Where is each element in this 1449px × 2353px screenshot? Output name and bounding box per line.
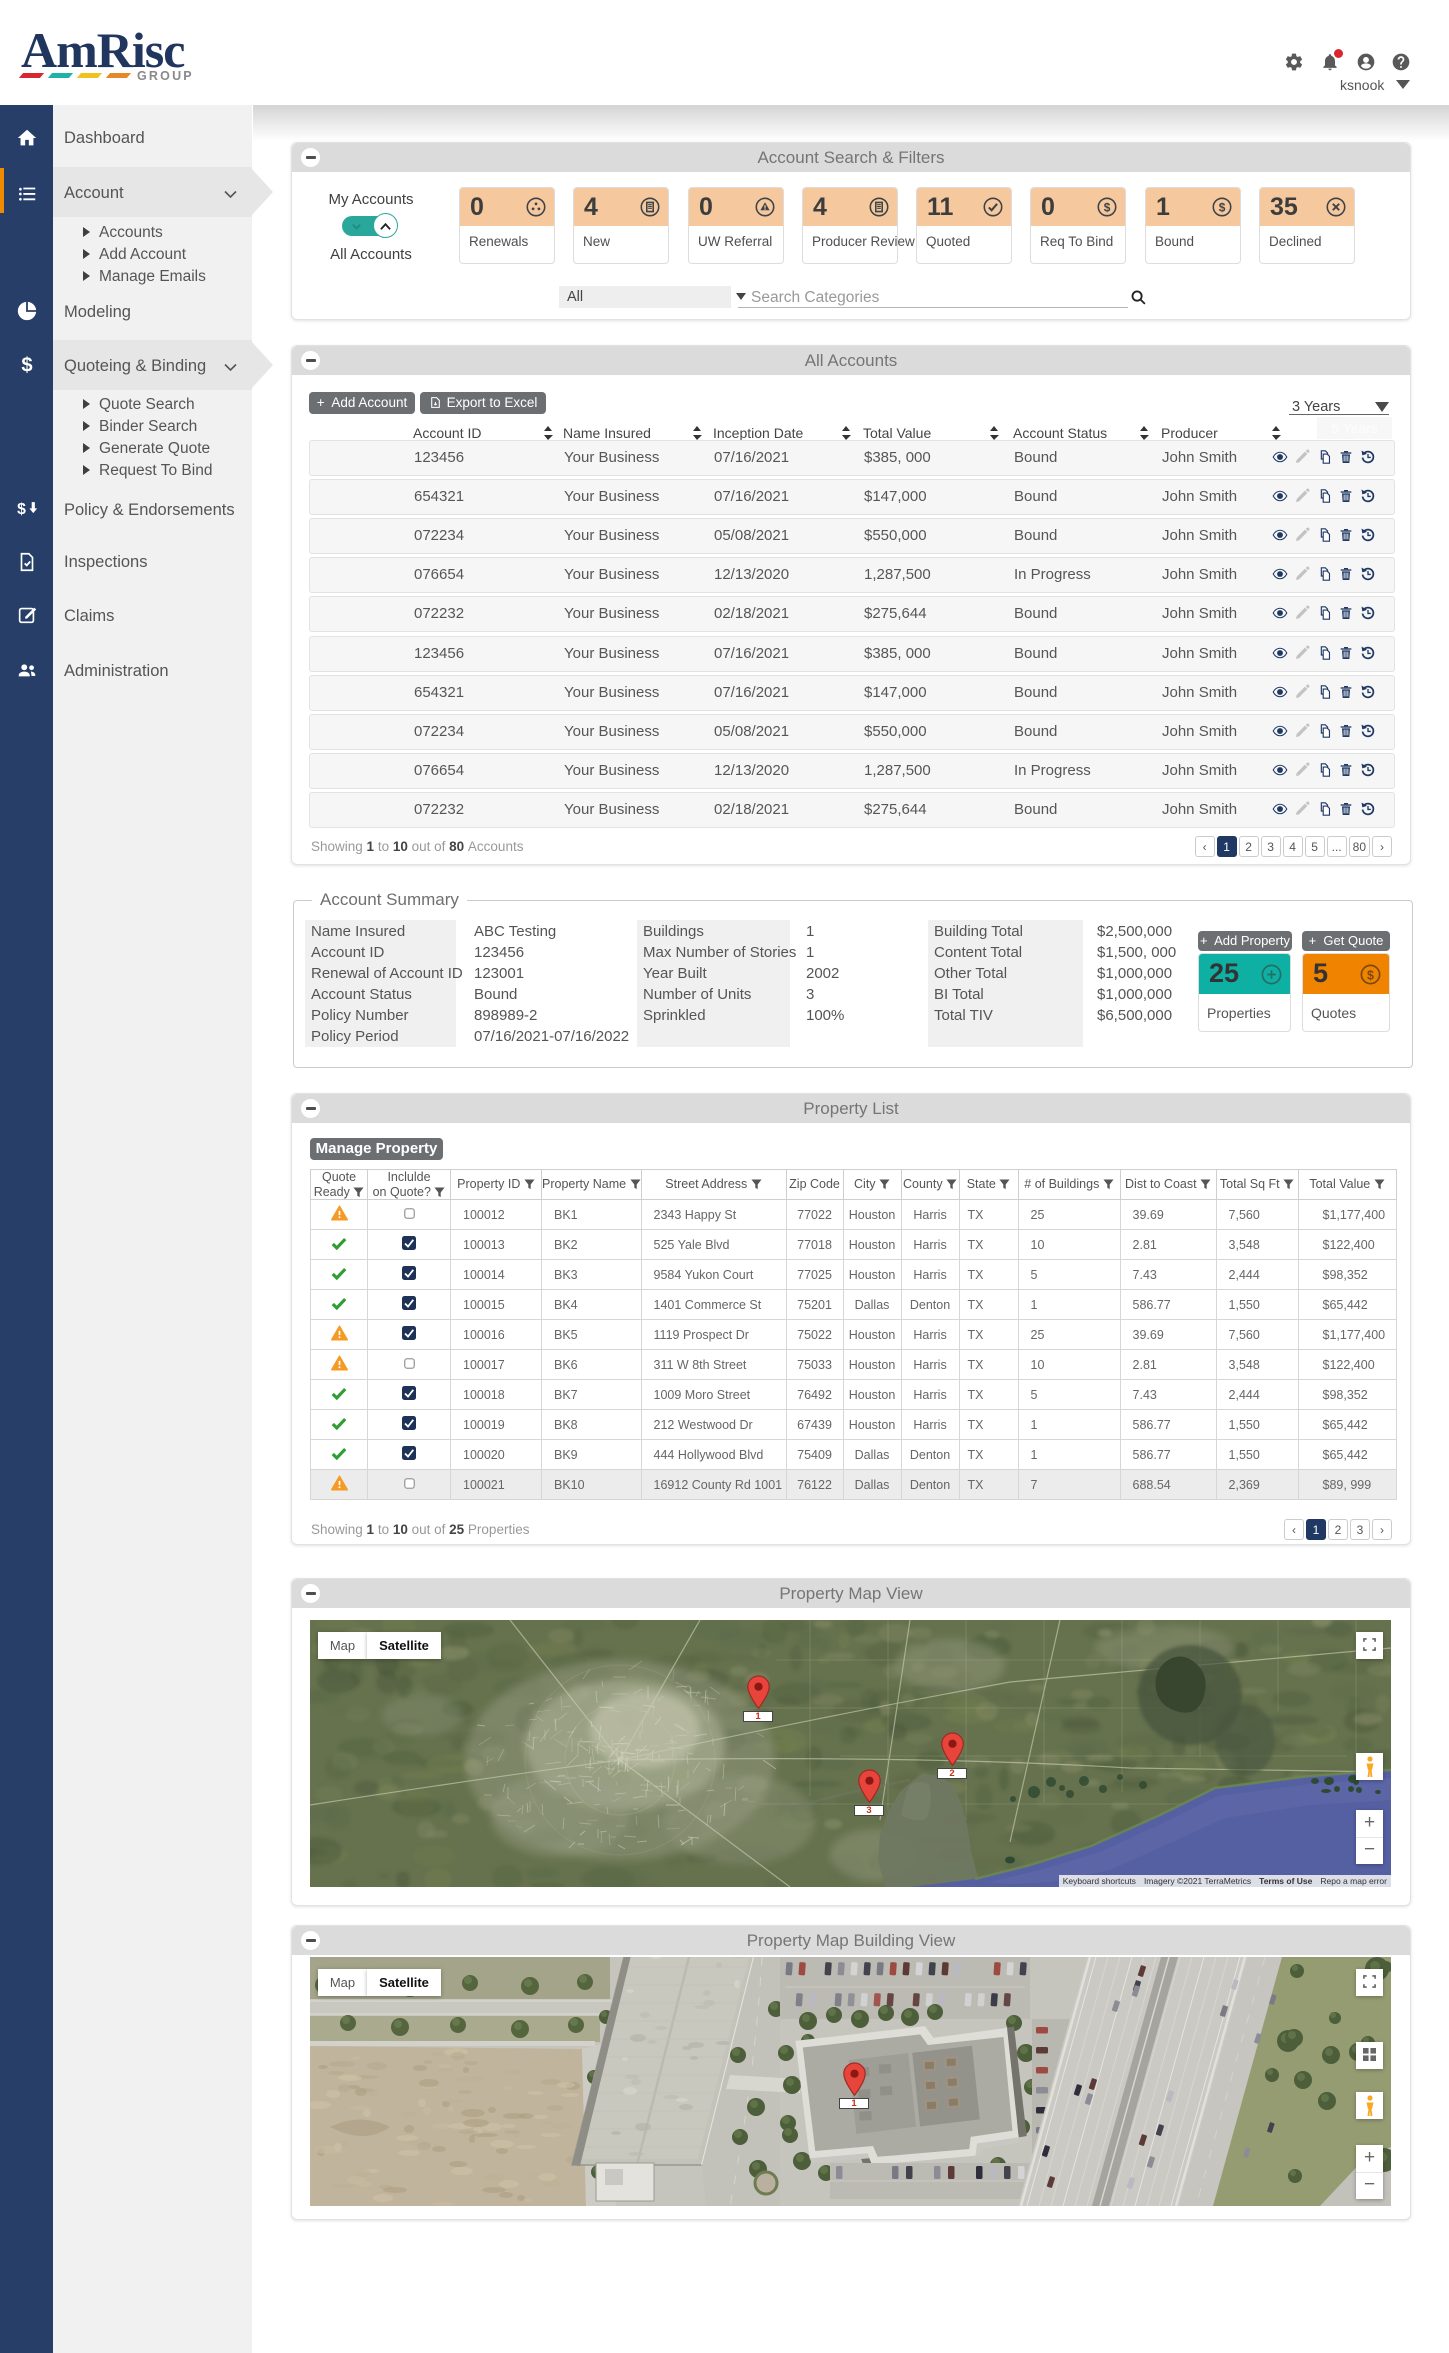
svg-text:$: $ [21, 354, 32, 376]
svg-text:$: $ [17, 501, 26, 518]
